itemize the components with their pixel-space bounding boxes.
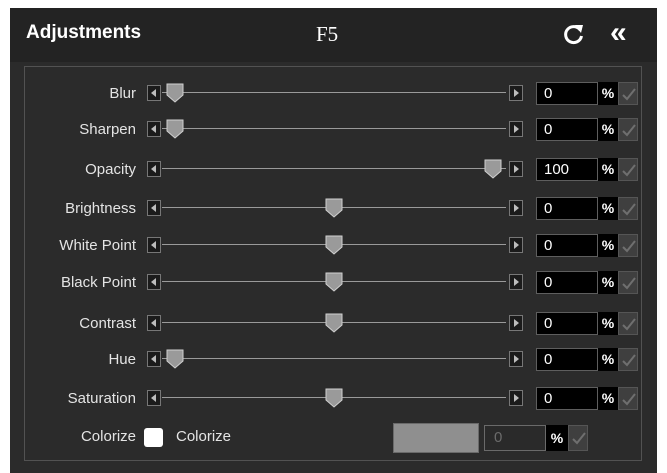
unit-label: % xyxy=(598,197,618,220)
slider-track[interactable] xyxy=(162,168,506,169)
slider-track[interactable] xyxy=(162,128,506,129)
double-chevron-left-icon[interactable]: « xyxy=(610,18,627,48)
slider-thumb[interactable] xyxy=(325,235,343,255)
slider-label: Opacity xyxy=(85,161,136,178)
reset-icon[interactable] xyxy=(562,22,586,46)
slider-track[interactable] xyxy=(162,358,506,359)
slider-row-saturation: Saturation 0% xyxy=(0,386,667,412)
decrement-arrow-icon[interactable] xyxy=(147,315,161,331)
slider-thumb[interactable] xyxy=(325,198,343,218)
header: Adjustments F5 « xyxy=(0,0,667,62)
slider-label: Contrast xyxy=(79,315,136,332)
slider-label: Saturation xyxy=(67,390,136,407)
increment-arrow-icon[interactable] xyxy=(509,390,523,406)
unit-label: % xyxy=(598,348,618,371)
apply-checkbox[interactable] xyxy=(618,234,638,257)
decrement-arrow-icon[interactable] xyxy=(147,351,161,367)
check-icon xyxy=(572,432,586,445)
increment-arrow-icon[interactable] xyxy=(509,161,523,177)
decrement-arrow-icon[interactable] xyxy=(147,161,161,177)
unit-label: % xyxy=(598,118,618,141)
slider-row-blur: Blur 0% xyxy=(0,81,667,107)
slider-track[interactable] xyxy=(162,92,506,93)
unit-label: % xyxy=(598,271,618,294)
slider-value-field[interactable]: 100 xyxy=(536,158,598,181)
unit-label: % xyxy=(598,234,618,257)
apply-checkbox[interactable] xyxy=(618,312,638,335)
slider-row-black-point: Black Point 0% xyxy=(0,270,667,296)
slider-value-field[interactable]: 0 xyxy=(536,312,598,335)
unit-label: % xyxy=(598,158,618,181)
decrement-arrow-icon[interactable] xyxy=(147,200,161,216)
slider-value-field[interactable]: 0 xyxy=(536,197,598,220)
slider-value-field[interactable]: 0 xyxy=(536,82,598,105)
slider-row-contrast: Contrast 0% xyxy=(0,311,667,337)
check-icon xyxy=(622,203,636,216)
colorize-row: Colorize Colorize 0 % xyxy=(0,422,667,453)
apply-checkbox[interactable] xyxy=(618,387,638,410)
slider-thumb[interactable] xyxy=(325,272,343,292)
color-swatch[interactable] xyxy=(393,423,479,453)
apply-checkbox[interactable] xyxy=(618,118,638,141)
increment-arrow-icon[interactable] xyxy=(509,121,523,137)
slider-thumb[interactable] xyxy=(166,119,184,139)
check-icon xyxy=(622,124,636,137)
slider-value-field[interactable]: 0 xyxy=(536,271,598,294)
check-icon xyxy=(622,240,636,253)
slider-row-opacity: Opacity 100% xyxy=(0,157,667,183)
apply-checkbox[interactable] xyxy=(618,82,638,105)
unit-label: % xyxy=(598,82,618,105)
apply-checkbox[interactable] xyxy=(618,271,638,294)
slider-label: Black Point xyxy=(60,274,136,291)
slider-label: White Point xyxy=(59,237,136,254)
check-icon xyxy=(622,318,636,331)
decrement-arrow-icon[interactable] xyxy=(147,121,161,137)
apply-checkbox[interactable] xyxy=(618,348,638,371)
slider-thumb[interactable] xyxy=(325,388,343,408)
colorize-apply-checkbox[interactable] xyxy=(568,425,588,451)
unit-label: % xyxy=(598,387,618,410)
colorize-checkbox-label: Colorize xyxy=(176,428,232,445)
slider-thumb[interactable] xyxy=(325,313,343,333)
slider-value-field[interactable]: 0 xyxy=(536,118,598,141)
slider-thumb[interactable] xyxy=(166,349,184,369)
slider-row-brightness: Brightness 0% xyxy=(0,196,667,222)
panel-title: Adjustments xyxy=(26,22,142,43)
slider-row-white-point: White Point 0% xyxy=(0,233,667,259)
slider-label: Brightness xyxy=(65,200,136,217)
slider-value-field[interactable]: 0 xyxy=(536,387,598,410)
slider-row-hue: Hue 0% xyxy=(0,347,667,373)
slider-row-sharpen: Sharpen 0% xyxy=(0,117,667,143)
check-icon xyxy=(622,88,636,101)
decrement-arrow-icon[interactable] xyxy=(147,390,161,406)
increment-arrow-icon[interactable] xyxy=(509,274,523,290)
colorize-unit: % xyxy=(546,425,568,451)
slider-value-field[interactable]: 0 xyxy=(536,234,598,257)
colorize-value-field[interactable]: 0 xyxy=(484,425,546,451)
slider-thumb[interactable] xyxy=(484,159,502,179)
colorize-label: Colorize xyxy=(80,428,136,445)
increment-arrow-icon[interactable] xyxy=(509,351,523,367)
decrement-arrow-icon[interactable] xyxy=(147,274,161,290)
check-icon xyxy=(622,354,636,367)
decrement-arrow-icon[interactable] xyxy=(147,85,161,101)
increment-arrow-icon[interactable] xyxy=(509,200,523,216)
increment-arrow-icon[interactable] xyxy=(509,315,523,331)
check-icon xyxy=(622,393,636,406)
slider-thumb[interactable] xyxy=(166,83,184,103)
slider-label: Blur xyxy=(109,85,136,102)
apply-checkbox[interactable] xyxy=(618,158,638,181)
apply-checkbox[interactable] xyxy=(618,197,638,220)
slider-label: Sharpen xyxy=(79,121,136,138)
decrement-arrow-icon[interactable] xyxy=(147,237,161,253)
increment-arrow-icon[interactable] xyxy=(509,237,523,253)
slider-label: Hue xyxy=(108,351,136,368)
unit-label: % xyxy=(598,312,618,335)
check-icon xyxy=(622,277,636,290)
slider-value-field[interactable]: 0 xyxy=(536,348,598,371)
increment-arrow-icon[interactable] xyxy=(509,85,523,101)
colorize-checkbox[interactable] xyxy=(144,428,163,447)
hotkey-label: F5 xyxy=(316,22,339,46)
check-icon xyxy=(622,164,636,177)
